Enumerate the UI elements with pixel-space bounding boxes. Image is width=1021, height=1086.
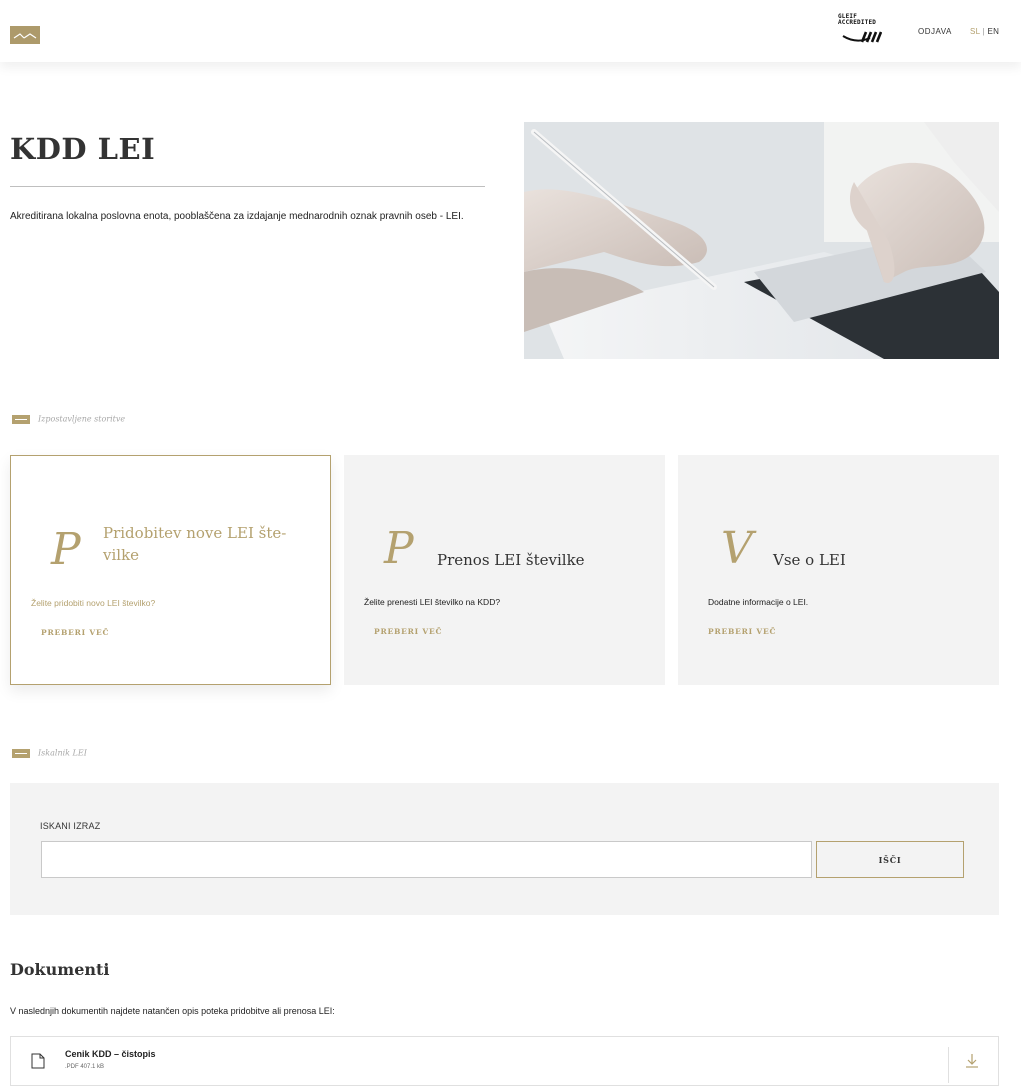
search-button[interactable]: IŠČI bbox=[816, 841, 964, 878]
card-title: Vse o LEI bbox=[773, 551, 846, 569]
logout-link[interactable]: ODJAVA bbox=[918, 27, 952, 36]
documents-description: V naslednjih dokumentih najdete natančen… bbox=[10, 1006, 335, 1016]
partner-logo-text: GLEIF ACCREDITED bbox=[838, 13, 877, 26]
service-card-about-lei[interactable]: V Vse o LEI Dodatne informacije o LEI. P… bbox=[678, 455, 999, 685]
search-field-label: ISKANI IZRAZ bbox=[40, 821, 101, 831]
site-header: GLEIF ACCREDITED ODJAVA SL | EN bbox=[0, 0, 1021, 62]
document-icon bbox=[31, 1053, 45, 1069]
title-divider bbox=[10, 186, 485, 187]
card-description: Želite pridobiti novo LEI številko? bbox=[31, 598, 156, 608]
document-meta: .PDF 407.1 kB bbox=[65, 1064, 105, 1070]
lang-sl-link[interactable]: SL bbox=[970, 27, 980, 36]
hero-image bbox=[524, 122, 999, 359]
service-card-transfer-lei[interactable]: P Prenos LEI številke Želite prenesti LE… bbox=[344, 455, 665, 685]
language-switcher: SL | EN bbox=[970, 27, 999, 36]
search-input[interactable] bbox=[41, 841, 812, 878]
card-description: Želite prenesti LEI številko na KDD? bbox=[364, 597, 501, 607]
gleif-accredited-logo: GLEIF ACCREDITED bbox=[838, 14, 886, 48]
document-item[interactable]: Cenik KDD – čistopis .PDF 407.1 kB bbox=[10, 1036, 999, 1086]
card-letter: P bbox=[384, 523, 414, 574]
read-more-link[interactable]: PREBERI VEČ bbox=[708, 627, 776, 636]
read-more-link[interactable]: PREBERI VEČ bbox=[41, 628, 109, 637]
card-letter: P bbox=[51, 524, 81, 575]
section-marker-icon bbox=[12, 414, 30, 424]
download-icon[interactable] bbox=[965, 1053, 979, 1069]
lang-en-link[interactable]: EN bbox=[988, 27, 1000, 36]
lang-separator: | bbox=[982, 27, 986, 36]
documents-title: Dokumenti bbox=[10, 960, 110, 979]
card-title: Prenos LEI številke bbox=[437, 551, 585, 569]
read-more-link[interactable]: PREBERI VEČ bbox=[374, 627, 442, 636]
section-marker-icon bbox=[12, 748, 30, 758]
search-section-label: Iskalnik LEI bbox=[12, 748, 87, 758]
card-description: Dodatne informacije o LEI. bbox=[708, 597, 809, 607]
page-title: KDD LEI bbox=[10, 132, 156, 166]
document-name[interactable]: Cenik KDD – čistopis bbox=[65, 1049, 156, 1059]
page-description: Akreditirana lokalna poslovna enota, poo… bbox=[10, 211, 464, 222]
card-title: Pridobitev nove LEI šte-vilke bbox=[103, 524, 287, 564]
service-card-new-lei[interactable]: P Pridobitev nove LEI šte-vilke Želite p… bbox=[10, 455, 331, 685]
search-panel: ISKANI IZRAZ IŠČI bbox=[10, 783, 999, 915]
document-divider bbox=[948, 1047, 949, 1083]
services-section-label: Izpostavljene storitve bbox=[12, 414, 125, 424]
kdd-logo-icon[interactable] bbox=[10, 26, 40, 44]
card-letter: V bbox=[721, 523, 753, 574]
partner-logo-swoosh-icon bbox=[842, 31, 882, 43]
